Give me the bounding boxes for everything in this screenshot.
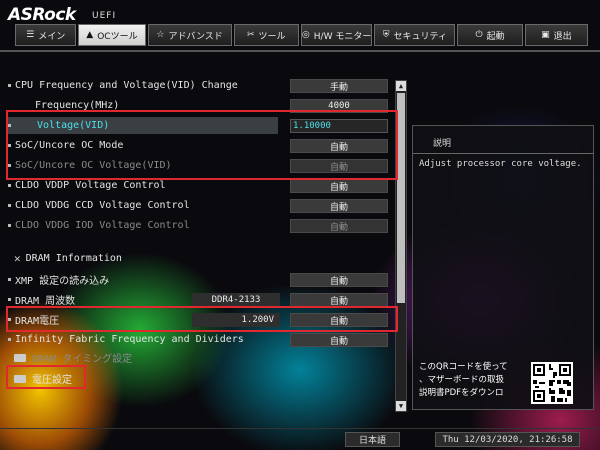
tab-oc-tweaker[interactable]: ▲ OCツール xyxy=(78,24,146,46)
footer-divider xyxy=(0,428,600,429)
setting-xmp-load[interactable]: XMP 設定の読み込み 自動 xyxy=(8,271,388,288)
bullet xyxy=(8,84,11,87)
folder-icon xyxy=(14,353,26,362)
tab-exit[interactable]: ▣ 退出 xyxy=(524,24,589,46)
uefi-label: UEFI xyxy=(92,11,117,21)
shield-icon: ⛨ xyxy=(382,30,390,40)
scrollbar-thumb[interactable] xyxy=(397,93,405,303)
bullet xyxy=(8,224,11,227)
value-button[interactable]: 自動 xyxy=(290,179,388,193)
tab-security[interactable]: ⛨ セキュリティ xyxy=(374,24,456,46)
power-icon: ⏻ xyxy=(475,30,483,40)
value-button[interactable]: 手動 xyxy=(290,79,388,93)
value-button: 自動 xyxy=(290,219,388,233)
value-button[interactable]: 自動 xyxy=(290,293,388,307)
qr-code-icon xyxy=(531,362,573,404)
bullet xyxy=(8,278,11,281)
description-text: Adjust processor core voltage. xyxy=(419,159,582,169)
value-button[interactable]: 自動 xyxy=(290,273,388,287)
annotation-highlight-voltage-config xyxy=(6,365,86,389)
annotation-highlight-dram-voltage xyxy=(6,306,398,332)
language-selector[interactable]: 日本語 xyxy=(345,432,400,447)
tab-hw-monitor[interactable]: ◎ H/W モニター xyxy=(300,24,373,46)
bullet xyxy=(8,338,11,341)
divider xyxy=(413,153,593,154)
rocket-icon: ▲ xyxy=(86,30,94,40)
star-icon: ☆ xyxy=(156,30,165,40)
brand-logo: ASRock xyxy=(8,5,76,25)
setting-infinity-fabric[interactable]: Infinity Fabric Frequency and Dividers 自… xyxy=(8,331,388,348)
list-icon: ☰ xyxy=(26,30,35,40)
tab-boot[interactable]: ⏻ 起動 xyxy=(457,24,523,46)
header-divider xyxy=(0,50,600,52)
value-button[interactable]: 自動 xyxy=(290,199,388,213)
bullet xyxy=(8,184,11,187)
tab-main[interactable]: ☰ メイン xyxy=(15,24,77,46)
section-dram-timing[interactable]: DRAM タイミング設定 xyxy=(14,349,394,366)
tools-icon: ✂ xyxy=(247,30,255,40)
description-title: 説明 xyxy=(433,139,452,149)
bullet xyxy=(8,204,11,207)
datetime-display: Thu 12/03/2020, 21:26:58 xyxy=(435,432,580,447)
tab-advanced[interactable]: ☆ アドバンスド xyxy=(147,24,232,46)
tab-tool[interactable]: ✂ ツール xyxy=(233,24,299,46)
value-button[interactable]: 自動 xyxy=(290,333,388,347)
section-dram-information[interactable]: ✕ DRAM Information xyxy=(14,250,394,267)
top-tab-bar: ☰ メイン ▲ OCツール ☆ アドバンスド ✂ ツール ◎ H/W モニター ⛨ セキュリ… xyxy=(15,24,590,48)
info-readout: DDR4-2133 xyxy=(192,293,280,307)
scroll-down-arrow-icon[interactable]: ▼ xyxy=(396,401,406,411)
scroll-up-arrow-icon[interactable]: ▲ xyxy=(396,81,406,91)
bullet xyxy=(8,298,11,301)
qr-caption: このQRコードを使って 、マザーボードの取扱 説明書PDFをダウンロ xyxy=(419,362,508,398)
tools-icon: ✕ xyxy=(14,252,21,265)
monitor-icon: ◎ xyxy=(301,30,310,40)
description-panel: 説明 Adjust processor core voltage. このQRコー… xyxy=(412,125,594,410)
setting-cpu-freq-voltage-change[interactable]: CPU Frequency and Voltage(VID) Change 手動 xyxy=(8,77,388,94)
setting-cldo-vddg-iod: CLDO VDDG IOD Voltage Control 自動 xyxy=(8,217,388,234)
setting-cldo-vddg-ccd[interactable]: CLDO VDDG CCD Voltage Control 自動 xyxy=(8,197,388,214)
annotation-highlight-voltage xyxy=(6,110,398,180)
exit-icon: ▣ xyxy=(541,30,550,40)
